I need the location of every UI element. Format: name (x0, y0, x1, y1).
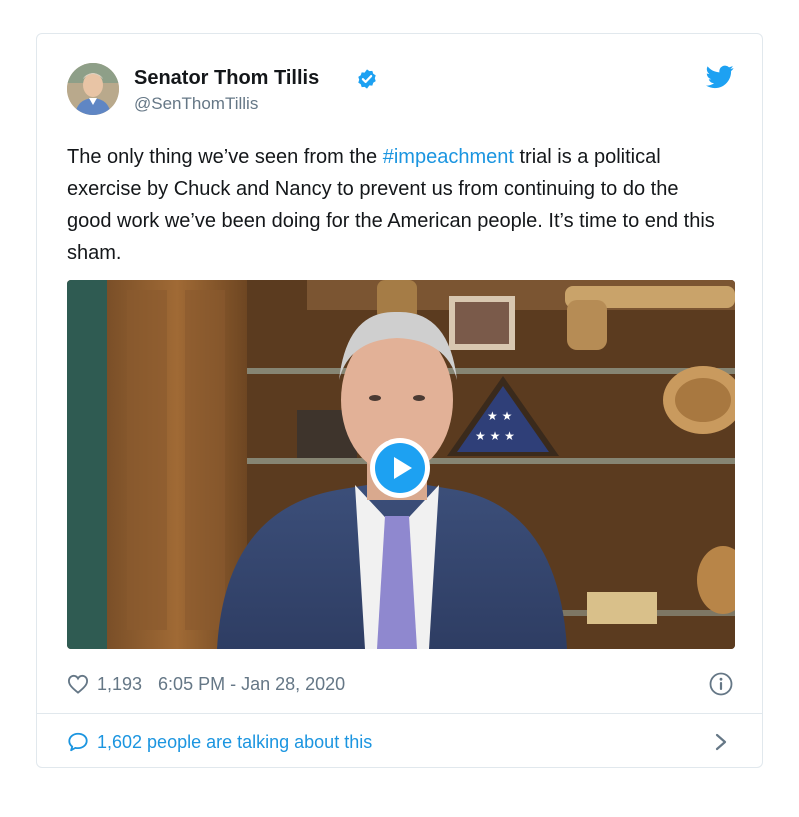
conversation-count[interactable]: 1,602 people are talking about this (97, 732, 372, 753)
play-button[interactable] (370, 438, 430, 498)
tweet-timestamp[interactable]: 6:05 PM - Jan 28, 2020 (158, 674, 345, 695)
speech-bubble-icon (68, 732, 88, 752)
author-handle[interactable]: @SenThomTillis (134, 94, 258, 114)
heart-icon[interactable] (67, 674, 89, 694)
verified-badge-icon (358, 69, 376, 89)
like-count[interactable]: 1,193 (97, 674, 142, 695)
svg-text:★ ★: ★ ★ (487, 409, 512, 423)
author-name[interactable]: Senator Thom Tillis (134, 67, 319, 90)
info-icon[interactable] (709, 672, 733, 696)
conversation-link[interactable]: 1,602 people are talking about this (67, 729, 372, 755)
svg-text:★ ★ ★: ★ ★ ★ (475, 429, 515, 443)
chevron-right-icon[interactable] (714, 733, 728, 751)
tweet-text-start: The only thing we’ve seen from the (67, 146, 383, 168)
tweet-card: Senator Thom Tillis @SenThomTillis The o… (36, 33, 763, 768)
tweet-text: The only thing we’ve seen from the #impe… (67, 141, 727, 269)
play-icon (375, 443, 425, 493)
twitter-bird-icon[interactable] (706, 65, 734, 89)
avatar[interactable] (67, 63, 119, 115)
tweet-meta: 1,193 6:05 PM - Jan 28, 2020 (67, 672, 345, 696)
hashtag-link[interactable]: #impeachment (383, 146, 514, 168)
divider (37, 713, 762, 714)
